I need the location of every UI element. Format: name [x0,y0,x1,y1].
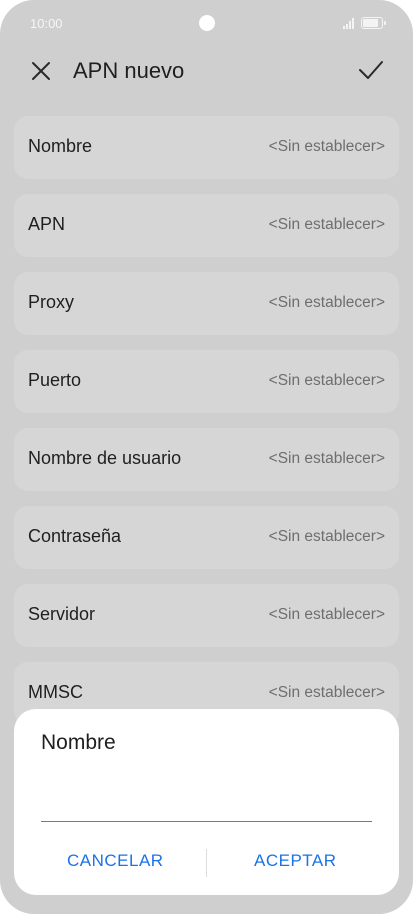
field-label: APN [28,214,66,234]
signal-icon [343,18,357,29]
field-row-servidor[interactable]: Servidor <Sin establecer> [14,584,399,647]
field-label: Contraseña [28,526,122,546]
field-row-nombre-de-usuario[interactable]: Nombre de usuario <Sin establecer> [14,428,399,491]
check-icon[interactable] [357,56,385,84]
status-bar: 10:00 [0,0,413,46]
close-icon[interactable] [28,58,54,84]
field-row-nombre[interactable]: Nombre <Sin establecer> [14,116,399,179]
phone-screen: 10:00 APN nuevo Nombre <Sin establecer> … [0,0,413,914]
cancel-button[interactable]: CANCELAR [67,851,164,871]
accept-button[interactable]: ACEPTAR [254,851,337,871]
field-label: Nombre de usuario [28,448,182,468]
field-row-proxy[interactable]: Proxy <Sin establecer> [14,272,399,335]
field-value: <Sin establecer> [268,606,385,623]
field-label: Servidor [28,604,96,624]
name-input[interactable] [41,787,372,822]
app-bar: APN nuevo [0,50,413,92]
field-value: <Sin establecer> [268,294,385,311]
edit-dialog: Nombre CANCELAR ACEPTAR [14,709,399,895]
field-label: Puerto [28,370,82,390]
field-row-apn[interactable]: APN <Sin establecer> [14,194,399,257]
field-row-contrasena[interactable]: Contraseña <Sin establecer> [14,506,399,569]
status-time: 10:00 [30,16,63,31]
field-value: <Sin establecer> [268,528,385,545]
field-label: MMSC [28,682,83,702]
page-title: APN nuevo [73,58,185,83]
field-label: Nombre [28,136,93,156]
dialog-title: Nombre [41,731,116,754]
battery-icon [361,17,386,29]
button-divider [206,849,207,877]
field-value: <Sin establecer> [268,450,385,467]
field-value: <Sin establecer> [268,684,385,701]
field-label: Proxy [28,292,75,312]
field-value: <Sin establecer> [268,372,385,389]
field-value: <Sin establecer> [268,216,385,233]
field-value: <Sin establecer> [268,138,385,155]
camera-punch-hole [199,15,215,31]
field-row-puerto[interactable]: Puerto <Sin establecer> [14,350,399,413]
